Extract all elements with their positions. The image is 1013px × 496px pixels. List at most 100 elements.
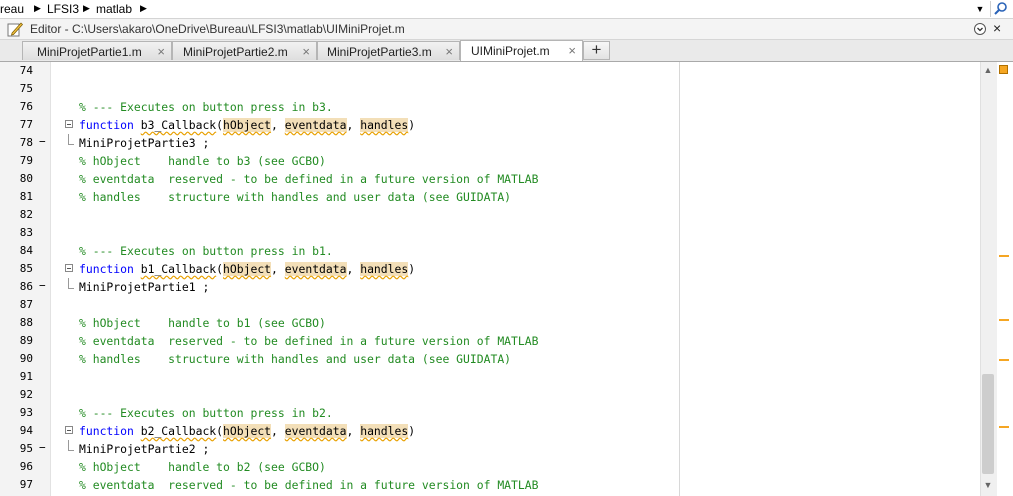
options-menu-icon[interactable]	[973, 22, 987, 36]
highlighted-variable[interactable]: eventdata	[284, 262, 347, 276]
line-number[interactable]: 96	[0, 460, 33, 473]
add-tab-button[interactable]: +	[583, 41, 610, 60]
line-number[interactable]: 80	[0, 172, 33, 185]
code-line[interactable]: 84 % --- Executes on button press in b1.	[0, 242, 680, 260]
code-line[interactable]: 93 % --- Executes on button press in b2.	[0, 404, 680, 422]
comment-token[interactable]: % --- Executes on button press in b2.	[79, 406, 333, 420]
code-line[interactable]: 78− MiniProjetPartie3 ;	[0, 134, 680, 152]
code-line[interactable]: 77 function b3_Callback(hObject, eventdat…	[0, 116, 680, 134]
code-line[interactable]: 85 function b1_Callback(hObject, eventdat…	[0, 260, 680, 278]
line-number[interactable]: 74	[0, 64, 33, 77]
code-line[interactable]: 79 % hObject handle to b3 (see GCBO)	[0, 152, 680, 170]
code-text[interactable]: % eventdata reserved - to be defined in …	[79, 172, 538, 186]
code-token[interactable]: ,	[271, 118, 285, 132]
scroll-down-icon[interactable]: ▼	[980, 476, 996, 494]
code-line[interactable]: 92	[0, 386, 680, 404]
code-line[interactable]: 83	[0, 224, 680, 242]
code-line[interactable]: 74	[0, 62, 680, 80]
code-text[interactable]: % --- Executes on button press in b3.	[79, 100, 333, 114]
comment-token[interactable]: % handles structure with handles and use…	[79, 190, 511, 204]
comment-token[interactable]: % hObject handle to b3 (see GCBO)	[79, 154, 326, 168]
code-token[interactable]: )	[408, 424, 415, 438]
code-token[interactable]: )	[408, 262, 415, 276]
comment-token[interactable]: % hObject handle to b2 (see GCBO)	[79, 460, 326, 474]
caret-right-icon[interactable]: ▶	[140, 3, 147, 14]
close-icon[interactable]: ×	[445, 44, 453, 59]
highlighted-variable[interactable]: handles	[360, 118, 409, 132]
code-text[interactable]: MiniProjetPartie1 ;	[79, 280, 209, 294]
code-text[interactable]: function b1_Callback(hObject, eventdata,…	[79, 262, 415, 276]
code-token[interactable]: MiniProjetPartie1 ;	[79, 280, 209, 294]
line-number[interactable]: 94	[0, 424, 33, 437]
line-number[interactable]: 84	[0, 244, 33, 257]
code-token[interactable]: (	[216, 262, 223, 276]
comment-token[interactable]: % eventdata reserved - to be defined in …	[79, 334, 538, 348]
keyword-token[interactable]: function	[79, 262, 134, 276]
line-number[interactable]: 77	[0, 118, 33, 131]
code-token[interactable]	[134, 262, 141, 276]
code-line[interactable]: 76 % --- Executes on button press in b3.	[0, 98, 680, 116]
warning-marker[interactable]	[999, 426, 1009, 428]
line-number[interactable]: 95	[0, 442, 33, 455]
code-line[interactable]: 75	[0, 80, 680, 98]
function-name[interactable]: b2_Callback	[141, 424, 216, 438]
highlighted-variable[interactable]: handles	[360, 262, 409, 276]
caret-right-icon[interactable]: ▶	[34, 3, 41, 14]
warning-marker[interactable]	[999, 319, 1009, 321]
code-text[interactable]: % handles structure with handles and use…	[79, 190, 511, 204]
code-line[interactable]: 86− MiniProjetPartie1 ;	[0, 278, 680, 296]
line-number[interactable]: 86	[0, 280, 33, 293]
code-line[interactable]: 88 % hObject handle to b1 (see GCBO)	[0, 314, 680, 332]
line-number[interactable]: 76	[0, 100, 33, 113]
line-number[interactable]: 88	[0, 316, 33, 329]
fold-collapse-icon[interactable]	[65, 264, 73, 272]
code-token[interactable]	[134, 424, 141, 438]
code-text[interactable]: function b2_Callback(hObject, eventdata,…	[79, 424, 415, 438]
code-token[interactable]: ,	[347, 424, 361, 438]
code-text[interactable]: % --- Executes on button press in b2.	[79, 406, 333, 420]
code-text[interactable]: MiniProjetPartie2 ;	[79, 442, 209, 456]
keyword-token[interactable]: function	[79, 424, 134, 438]
code-line[interactable]: 89 % eventdata reserved - to be defined i…	[0, 332, 680, 350]
code-text[interactable]: MiniProjetPartie3 ;	[79, 136, 209, 150]
line-number[interactable]: 97	[0, 478, 33, 491]
fold-collapse-icon[interactable]	[65, 120, 73, 128]
code-line[interactable]: 95− MiniProjetPartie2 ;	[0, 440, 680, 458]
code-editor[interactable]: 74 75 76 % --- Executes on button press in …	[0, 62, 1013, 496]
comment-token[interactable]: % --- Executes on button press in b3.	[79, 100, 333, 114]
code-text[interactable]: % handles structure with handles and use…	[79, 352, 511, 366]
code-token[interactable]: ,	[347, 118, 361, 132]
comment-token[interactable]: % eventdata reserved - to be defined in …	[79, 172, 538, 186]
code-text[interactable]: % eventdata reserved - to be defined in …	[79, 334, 538, 348]
line-number[interactable]: 78	[0, 136, 33, 149]
highlighted-variable[interactable]: hObject	[223, 262, 272, 276]
tab-uiminiprojet[interactable]: UIMiniProjet.m ×	[460, 40, 583, 61]
scroll-up-icon[interactable]: ▲	[980, 62, 996, 78]
caret-down-icon[interactable]: ▼	[972, 1, 988, 17]
line-number[interactable]: 87	[0, 298, 33, 311]
code-line[interactable]: 94 function b2_Callback(hObject, eventdat…	[0, 422, 680, 440]
line-number[interactable]: 79	[0, 154, 33, 167]
code-token[interactable]: ,	[347, 262, 361, 276]
tab-miniprojetpartie1[interactable]: MiniProjetPartie1.m ×	[22, 41, 172, 60]
code-token[interactable]: )	[408, 118, 415, 132]
code-line[interactable]: 90 % handles structure with handles and u…	[0, 350, 680, 368]
breadcrumb-item-matlab[interactable]: matlab	[96, 2, 132, 16]
code-token[interactable]: ,	[271, 424, 285, 438]
code-text[interactable]: % hObject handle to b3 (see GCBO)	[79, 154, 326, 168]
close-icon[interactable]: ×	[157, 44, 165, 59]
code-token[interactable]: ,	[271, 262, 285, 276]
comment-token[interactable]: % hObject handle to b1 (see GCBO)	[79, 316, 326, 330]
code-token[interactable]: (	[216, 424, 223, 438]
code-line[interactable]: 80 % eventdata reserved - to be defined i…	[0, 170, 680, 188]
close-icon[interactable]: ×	[568, 43, 576, 58]
function-name[interactable]: b3_Callback	[141, 118, 216, 132]
line-number[interactable]: 90	[0, 352, 33, 365]
close-icon[interactable]: ×	[302, 44, 310, 59]
code-line[interactable]: 87	[0, 296, 680, 314]
code-text[interactable]: % --- Executes on button press in b1.	[79, 244, 333, 258]
highlighted-variable[interactable]: eventdata	[284, 424, 347, 438]
fold-collapse-icon[interactable]	[65, 426, 73, 434]
code-line[interactable]: 91	[0, 368, 680, 386]
search-icon[interactable]	[990, 1, 1011, 17]
